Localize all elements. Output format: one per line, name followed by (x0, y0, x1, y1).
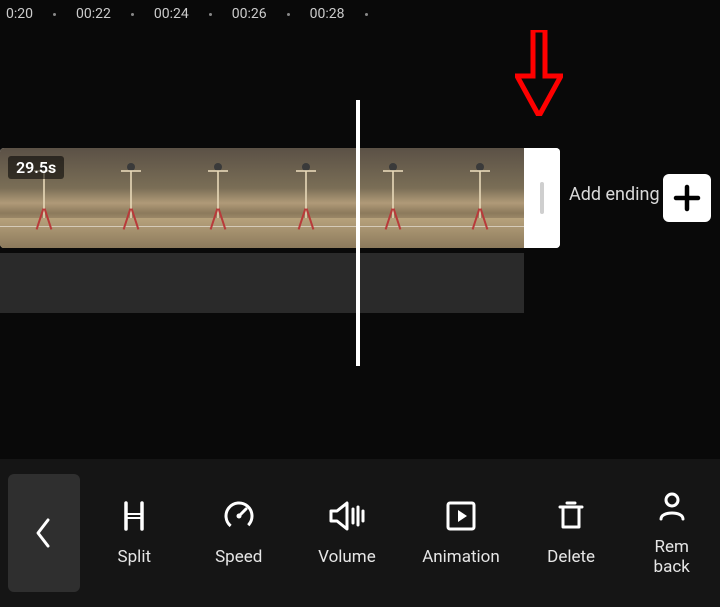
clip-duration-badge: 29.5s (8, 156, 64, 179)
ruler-dot (209, 13, 212, 16)
add-ending-button[interactable] (663, 174, 711, 222)
ruler-tick: 00:26 (232, 6, 267, 22)
speed-button[interactable]: Speed (195, 499, 283, 567)
trash-icon (554, 499, 588, 533)
clip-thumbnails (0, 148, 524, 248)
ruler-tick: 0:20 (6, 6, 33, 22)
volume-icon (327, 499, 367, 533)
ruler-dot (131, 13, 134, 16)
edit-toolbar: Split Speed Volume (0, 459, 720, 607)
ruler-tick: 00:22 (76, 6, 111, 22)
ruler-tick: 00:24 (154, 6, 189, 22)
speed-icon (222, 499, 256, 533)
animation-icon (444, 499, 478, 533)
tool-label: Speed (215, 547, 262, 567)
ruler-dot (53, 13, 56, 16)
volume-button[interactable]: Volume (303, 499, 391, 567)
tool-label: Volume (318, 547, 376, 567)
chevron-left-icon (34, 516, 54, 550)
playhead[interactable] (356, 100, 360, 366)
plus-icon (672, 183, 702, 213)
back-button[interactable] (8, 474, 80, 592)
tool-label: Split (118, 547, 151, 567)
split-button[interactable]: Split (94, 499, 175, 567)
tool-label: Delete (547, 547, 595, 567)
delete-button[interactable]: Delete (531, 499, 612, 567)
ruler-dot (365, 13, 368, 16)
clip-trim-handle-right[interactable] (524, 148, 560, 248)
add-ending-label: Add ending (569, 184, 660, 205)
animation-button[interactable]: Animation (411, 499, 511, 567)
split-icon (117, 499, 151, 533)
video-clip[interactable]: 29.5s (0, 148, 560, 248)
ruler-tick: 00:28 (310, 6, 345, 22)
remove-bg-button-partial[interactable]: Rem back (631, 489, 712, 577)
audio-track-empty[interactable] (0, 253, 524, 313)
annotation-arrow-icon (515, 30, 563, 116)
tool-label: Rem back (654, 537, 690, 577)
person-icon (655, 489, 689, 523)
tool-label: Animation (422, 547, 500, 567)
time-ruler[interactable]: 0:20 00:22 00:24 00:26 00:28 (0, 0, 720, 28)
ruler-dot (287, 13, 290, 16)
